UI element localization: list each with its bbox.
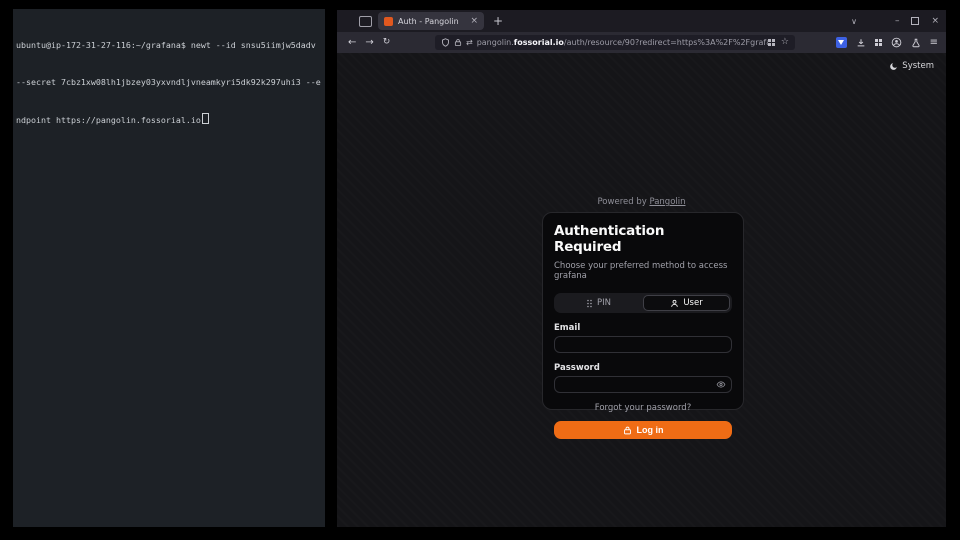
card-title: Authentication Required [554, 223, 732, 255]
new-tab-button[interactable]: + [493, 13, 503, 29]
close-tab-icon[interactable]: × [470, 17, 478, 26]
firefox-view-icon[interactable] [359, 16, 372, 27]
toolbar-actions: ≡ [836, 32, 938, 53]
tab-title: Auth - Pangolin [398, 17, 467, 26]
extension-icon[interactable] [836, 37, 847, 48]
password-field[interactable] [554, 376, 732, 393]
login-button[interactable]: Log in [554, 421, 732, 439]
containers-grid-icon[interactable] [768, 39, 775, 46]
bookmark-star-icon[interactable]: ☆ [781, 38, 789, 47]
tab-user-label: User [683, 298, 702, 308]
padlock-icon [623, 426, 632, 435]
auth-method-tabs: PIN User [554, 293, 732, 313]
email-label: Email [554, 323, 732, 333]
auth-page: System Powered by Pangolin Authenticatio… [337, 53, 946, 527]
keypad-icon [586, 299, 593, 308]
terminal-line: ubuntu@ip-172-31-27-116:~/grafana$ newt … [16, 39, 322, 51]
menu-icon[interactable]: ≡ [930, 38, 938, 48]
extensions-grid-icon[interactable] [875, 39, 882, 46]
moon-icon [889, 62, 898, 71]
powered-by: Powered by Pangolin [337, 197, 946, 207]
browser-toolbar: ← → ↻ ⇄ pangolin.fossorial.io/auth/resou… [337, 32, 946, 53]
pangolin-link[interactable]: Pangolin [649, 197, 685, 207]
terminal-line: --secret 7cbz1xw08lh1jbzey03yxvndljvneam… [16, 76, 322, 88]
show-password-eye-icon[interactable] [716, 380, 726, 389]
shield-icon[interactable] [441, 38, 450, 47]
lock-icon[interactable] [454, 38, 462, 47]
maximize-button[interactable] [911, 17, 919, 25]
user-icon [670, 299, 679, 308]
tab-list-chevron-icon[interactable]: ∨ [851, 17, 857, 26]
browser-window: Auth - Pangolin × + ∨ – × ← → ↻ [337, 10, 946, 527]
url-bar[interactable]: ⇄ pangolin.fossorial.io/auth/resource/90… [435, 35, 795, 50]
flask-icon[interactable] [911, 38, 921, 48]
tab-auth-pangolin[interactable]: Auth - Pangolin × [378, 12, 484, 30]
theme-toggle[interactable]: System [889, 61, 934, 71]
minimize-button[interactable]: – [895, 17, 900, 26]
card-subtitle: Choose your preferred method to access g… [554, 261, 732, 281]
url-text: pangolin.fossorial.io/auth/resource/90?r… [477, 38, 768, 47]
password-label: Password [554, 363, 732, 373]
login-button-label: Log in [637, 425, 664, 435]
redirect-arrows-icon[interactable]: ⇄ [466, 38, 473, 47]
pangolin-favicon-icon [384, 17, 393, 26]
tab-pin-label: PIN [597, 298, 611, 308]
close-window-button[interactable]: × [931, 17, 939, 26]
forward-button[interactable]: → [365, 38, 373, 48]
tab-pin[interactable]: PIN [556, 295, 641, 311]
terminal-cursor [202, 113, 209, 124]
terminal-line: ndpoint https://pangolin.fossorial.io [16, 113, 322, 125]
account-icon[interactable] [891, 37, 902, 48]
forgot-password-link[interactable]: Forgot your password? [554, 403, 732, 413]
window-controls: ∨ – × [851, 10, 939, 32]
reload-button[interactable]: ↻ [383, 38, 391, 47]
tab-bar: Auth - Pangolin × + ∨ – × [337, 10, 946, 32]
download-icon[interactable] [856, 38, 866, 48]
theme-toggle-label: System [902, 61, 934, 71]
auth-card: Authentication Required Choose your pref… [542, 212, 744, 410]
email-field[interactable] [554, 336, 732, 353]
terminal-window[interactable]: ubuntu@ip-172-31-27-116:~/grafana$ newt … [13, 9, 325, 527]
tab-user[interactable]: User [643, 295, 730, 311]
back-button[interactable]: ← [348, 38, 356, 48]
